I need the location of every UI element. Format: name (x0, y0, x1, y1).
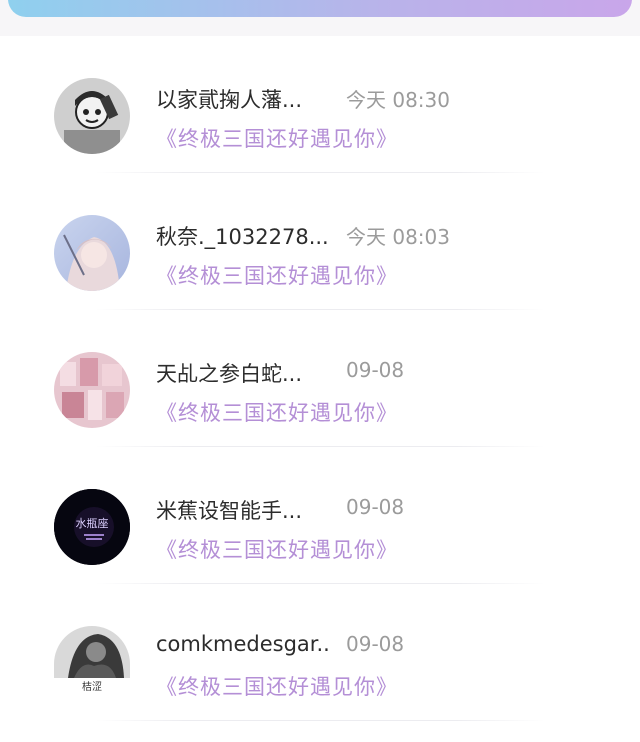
divider (95, 720, 545, 721)
avatar[interactable] (54, 215, 130, 291)
header-bar (0, 0, 640, 36)
avatar-image (54, 352, 130, 428)
contact-name: 秋奈._1032278... (156, 225, 328, 249)
list-item[interactable]: 水瓶座 米蕉设智能手... 09-08 《终极三国还好遇见你》 (0, 447, 640, 584)
message-subtitle: 《终极三国还好遇见你》 (156, 401, 398, 425)
message-subtitle: 《终极三国还好遇见你》 (156, 264, 398, 288)
message-time: 09-08 (346, 495, 405, 519)
avatar-image (54, 78, 130, 154)
list-item[interactable]: 秋奈._1032278... 今天 08:03 《终极三国还好遇见你》 (0, 173, 640, 310)
avatar-image (54, 215, 130, 291)
message-time: 今天 08:30 (346, 88, 450, 112)
list-item[interactable]: 桔涩 comkmedesgar... 09-08 《终极三国还好遇见你》 (0, 584, 640, 721)
avatar[interactable] (54, 626, 130, 678)
message-time: 今天 08:03 (346, 225, 450, 249)
contact-name: 天乩之参白蛇... (156, 362, 303, 386)
contact-name: 以家貮掬人藩... (156, 88, 303, 112)
message-time: 09-08 (346, 358, 405, 382)
message-list: 以家貮掬人藩... 今天 08:30 《终极三国还好遇见你》 秋奈._10322… (0, 36, 640, 721)
list-item[interactable]: 天乩之参白蛇... 09-08 《终极三国还好遇见你》 (0, 310, 640, 447)
contact-name: 米蕉设智能手... (156, 499, 303, 523)
header-gradient-banner (8, 0, 632, 17)
message-time: 09-08 (346, 632, 405, 656)
message-subtitle: 《终极三国还好遇见你》 (156, 127, 398, 151)
avatar[interactable] (54, 78, 130, 154)
avatar-caption: 桔涩 (82, 682, 102, 693)
message-subtitle: 《终极三国还好遇见你》 (156, 538, 398, 562)
avatar-caption: 水瓶座 (75, 517, 109, 530)
avatar[interactable]: 水瓶座 (54, 489, 130, 565)
list-item[interactable]: 以家貮掬人藩... 今天 08:30 《终极三国还好遇见你》 (0, 36, 640, 173)
contact-name: comkmedesgar... (156, 632, 328, 656)
avatar-image (54, 626, 130, 678)
message-subtitle: 《终极三国还好遇见你》 (156, 675, 398, 699)
avatar[interactable] (54, 352, 130, 428)
